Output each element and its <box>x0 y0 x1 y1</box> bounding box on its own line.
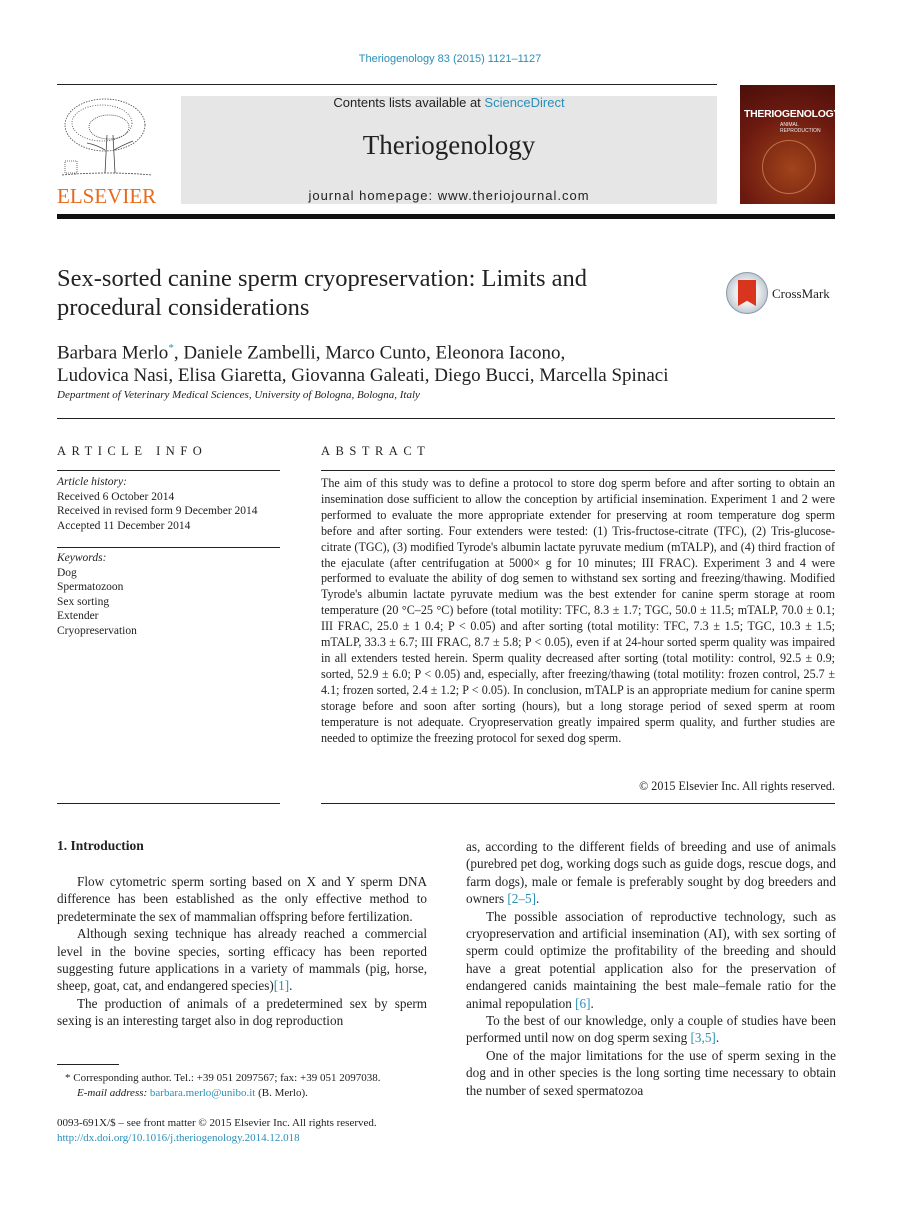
abstract-copyright: © 2015 Elsevier Inc. All rights reserved… <box>639 779 835 793</box>
history-label: Article history: <box>57 476 127 488</box>
contents-prefix: Contents lists available at <box>333 95 485 110</box>
keyword-item: Spermatozoon <box>57 581 124 593</box>
intro-paragraph: Although sexing technique has already re… <box>57 926 427 994</box>
left-column: Flow cytometric sperm sorting based on X… <box>57 873 427 1030</box>
journal-name: Theriogenology <box>362 130 536 160</box>
article-info-heading: ARTICLE INFO <box>57 444 208 458</box>
keywords-divider <box>57 547 280 548</box>
footnote-mark: * <box>65 1072 71 1084</box>
keyword-item: Cryopreservation <box>57 624 137 637</box>
article-info-bottom-rule <box>57 803 280 804</box>
author-list: Barbara Merlo*, Daniele Zambelli, Marco … <box>57 337 737 387</box>
header-divider <box>57 84 717 85</box>
intro-paragraph: Flow cytometric sperm sorting based on X… <box>57 874 427 924</box>
section-divider <box>57 418 835 419</box>
authors-line2: Ludovica Nasi, Elisa Giaretta, Giovanna … <box>57 365 669 387</box>
contents-line: Contents lists available at ScienceDirec… <box>181 95 717 110</box>
email-label: E-mail address: <box>77 1087 148 1099</box>
crossmark-label: CrossMark <box>772 286 830 301</box>
abstract-divider <box>321 470 835 471</box>
abstract-heading: ABSTRACT <box>321 444 431 458</box>
reference-link[interactable]: [3,5] <box>691 1030 716 1045</box>
history-accepted: Accepted 11 December 2014 <box>57 519 191 532</box>
intro-paragraph: To the best of our knowledge, only a cou… <box>466 1013 836 1046</box>
keyword-item: Dog <box>57 566 77 579</box>
keyword-item: Extender <box>57 610 99 622</box>
sciencedirect-link[interactable]: ScienceDirect <box>484 95 564 110</box>
journal-citation[interactable]: Theriogenology 83 (2015) 1121–1127 <box>0 53 900 65</box>
article-history: Article history: Received 6 October 2014… <box>57 475 258 533</box>
cover-oocyte-image <box>762 140 816 194</box>
cover-subtitle: ANIMAL REPRODUCTION <box>780 122 821 134</box>
author-corresponding: Barbara Merlo <box>57 342 169 364</box>
journal-cover-image: THERIOGENOLOGY ANIMAL REPRODUCTION <box>740 85 840 204</box>
email-suffix: (B. Merlo). <box>255 1087 308 1099</box>
abstract-text: The aim of this study was to define a pr… <box>321 476 835 745</box>
authors-line1-rest: , Daniele Zambelli, Marco Cunto, Eleonor… <box>173 342 566 364</box>
intro-paragraph: as, according to the different fields of… <box>466 839 836 907</box>
crossmark-button[interactable]: CrossMark <box>726 272 841 316</box>
affiliation: Department of Veterinary Medical Science… <box>57 389 420 401</box>
article-info-divider <box>57 470 280 471</box>
cover-title: THERIOGENOLOGY <box>744 108 841 120</box>
front-matter: 0093-691X/$ – see front matter © 2015 El… <box>57 1116 429 1146</box>
corresponding-author-footnote: * Corresponding author. Tel.: +39 051 20… <box>57 1071 429 1101</box>
footnote-divider <box>57 1064 119 1065</box>
keywords-block: Keywords: Dog Spermatozoon Sex sorting E… <box>57 551 137 638</box>
keyword-item: Sex sorting <box>57 595 110 608</box>
abstract-bottom-rule <box>321 803 835 804</box>
elsevier-wordmark: ELSEVIER <box>57 184 157 208</box>
doi-link[interactable]: http://dx.doi.org/10.1016/j.theriogenolo… <box>57 1132 300 1144</box>
history-revised: Received in revised form 9 December 2014 <box>57 505 258 517</box>
right-column: as, according to the different fields of… <box>466 838 836 1099</box>
article-title: Sex-sorted canine sperm cryopreservation… <box>57 265 587 321</box>
history-received: Received 6 October 2014 <box>57 490 175 503</box>
keywords-label: Keywords: <box>57 552 107 564</box>
email-link[interactable]: barbara.merlo@unibo.it <box>150 1087 255 1099</box>
reference-link[interactable]: [2–5] <box>507 891 536 906</box>
issn-line: 0093-691X/$ – see front matter © 2015 El… <box>57 1117 377 1129</box>
intro-paragraph: The possible association of reproductive… <box>466 908 836 1011</box>
journal-homepage[interactable]: journal homepage: www.theriojournal.com <box>181 188 717 203</box>
reference-link[interactable]: [1] <box>274 978 289 993</box>
intro-paragraph: One of the major limitations for the use… <box>466 1047 836 1098</box>
intro-paragraph: The production of animals of a predeterm… <box>57 995 427 1029</box>
footnote-contact: Corresponding author. Tel.: +39 051 2097… <box>73 1072 381 1084</box>
header-thick-rule <box>57 214 835 219</box>
introduction-heading: 1. Introduction <box>57 838 144 853</box>
crossmark-icon <box>726 272 768 314</box>
reference-link[interactable]: [6] <box>575 996 590 1011</box>
